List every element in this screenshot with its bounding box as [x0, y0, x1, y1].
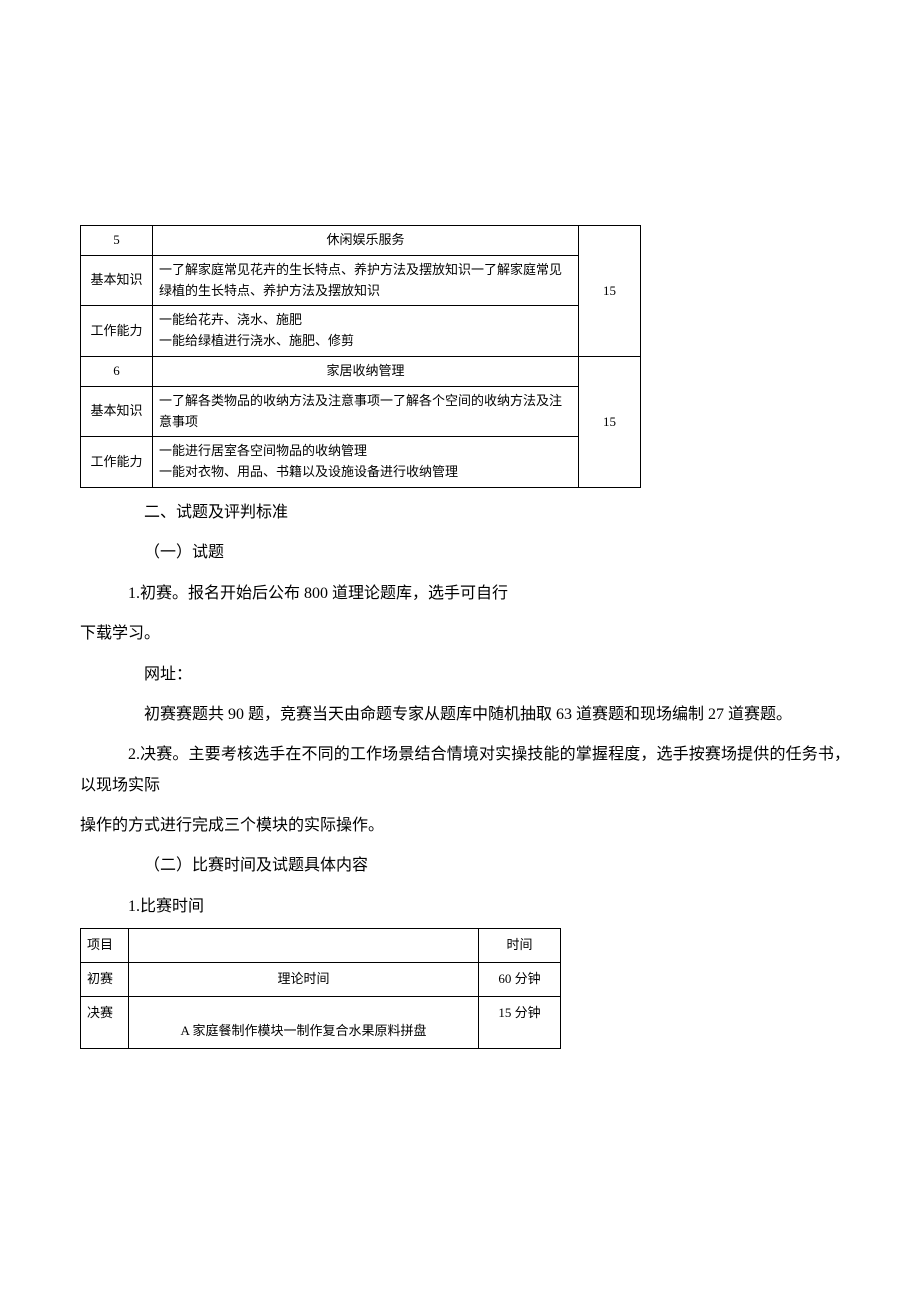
section-num: 6 — [81, 356, 153, 386]
para-final-b: 操作的方式进行完成三个模块的实际操作。 — [80, 811, 850, 841]
section-6-header: 6 家居收纳管理 15 — [81, 356, 641, 386]
para-final-a: 2.决赛。主要考核选手在不同的工作场景结合情境对实操技能的掌握程度，选手按赛场提… — [80, 740, 850, 801]
section-score: 15 — [579, 356, 641, 487]
schedule-time: 60 分钟 — [479, 963, 561, 997]
section-6-knowledge: 基本知识 一了解各类物品的收纳方法及注意事项一了解各个空间的收纳方法及注意事项 — [81, 386, 641, 437]
section-5-knowledge: 基本知识 一了解家庭常见花卉的生长特点、养护方法及摆放知识一了解家庭常见绿植的生… — [81, 255, 641, 306]
row-text: 一能进行居室各空间物品的收纳管理 一能对衣物、用品、书籍以及设施设备进行收纳管理 — [153, 437, 579, 488]
schedule-row-prelim: 初赛 理论时间 60 分钟 — [81, 963, 561, 997]
heading-2-1: （一）试题 — [80, 538, 850, 568]
row-text: 一了解家庭常见花卉的生长特点、养护方法及摆放知识一了解家庭常见绿植的生长特点、养… — [153, 255, 579, 306]
section-num: 5 — [81, 226, 153, 256]
schedule-row-final: 决赛 A 家庭餐制作模块一制作复合水果原料拼盘 15 分钟 — [81, 996, 561, 1048]
section-6-ability: 工作能力 一能进行居室各空间物品的收纳管理 一能对衣物、用品、书籍以及设施设备进… — [81, 437, 641, 488]
section-5-header: 5 休闲娱乐服务 15 — [81, 226, 641, 256]
row-text: 一了解各类物品的收纳方法及注意事项一了解各个空间的收纳方法及注意事项 — [153, 386, 579, 437]
section-title: 家居收纳管理 — [153, 356, 579, 386]
schedule-project: 初赛 — [81, 963, 129, 997]
schedule-h-time: 时间 — [479, 929, 561, 963]
schedule-h-project: 项目 — [81, 929, 129, 963]
row-label: 工作能力 — [81, 437, 153, 488]
para-prelim-detail: 初赛赛题共 90 题，竞赛当天由命题专家从题库中随机抽取 63 道赛题和现场编制… — [80, 700, 850, 730]
schedule-content: 理论时间 — [129, 963, 479, 997]
content-outline-table: 5 休闲娱乐服务 15 基本知识 一了解家庭常见花卉的生长特点、养护方法及摆放知… — [80, 225, 641, 488]
schedule-h-blank — [129, 929, 479, 963]
heading-2-2: （二）比赛时间及试题具体内容 — [80, 851, 850, 881]
para-url: 网址： — [80, 660, 850, 690]
section-score: 15 — [579, 226, 641, 357]
row-label: 基本知识 — [81, 255, 153, 306]
schedule-header: 项目 时间 — [81, 929, 561, 963]
body-text: 二、试题及评判标准 （一）试题 1.初赛。报名开始后公布 800 道理论题库，选… — [70, 498, 850, 922]
heading-3-1: 1.比赛时间 — [80, 892, 850, 922]
row-label: 基本知识 — [81, 386, 153, 437]
schedule-time: 15 分钟 — [479, 996, 561, 1048]
section-title: 休闲娱乐服务 — [153, 226, 579, 256]
row-label: 工作能力 — [81, 306, 153, 357]
para-prelim-a: 1.初赛。报名开始后公布 800 道理论题库，选手可自行 — [80, 579, 850, 609]
section-5-ability: 工作能力 一能给花卉、浇水、施肥 一能给绿植进行浇水、施肥、修剪 — [81, 306, 641, 357]
schedule-table: 项目 时间 初赛 理论时间 60 分钟 决赛 A 家庭餐制作模块一制作复合水果原… — [80, 928, 561, 1049]
schedule-project: 决赛 — [81, 996, 129, 1048]
para-prelim-b: 下载学习。 — [80, 619, 850, 649]
schedule-content: A 家庭餐制作模块一制作复合水果原料拼盘 — [129, 996, 479, 1048]
row-text: 一能给花卉、浇水、施肥 一能给绿植进行浇水、施肥、修剪 — [153, 306, 579, 357]
heading-2: 二、试题及评判标准 — [80, 498, 850, 528]
